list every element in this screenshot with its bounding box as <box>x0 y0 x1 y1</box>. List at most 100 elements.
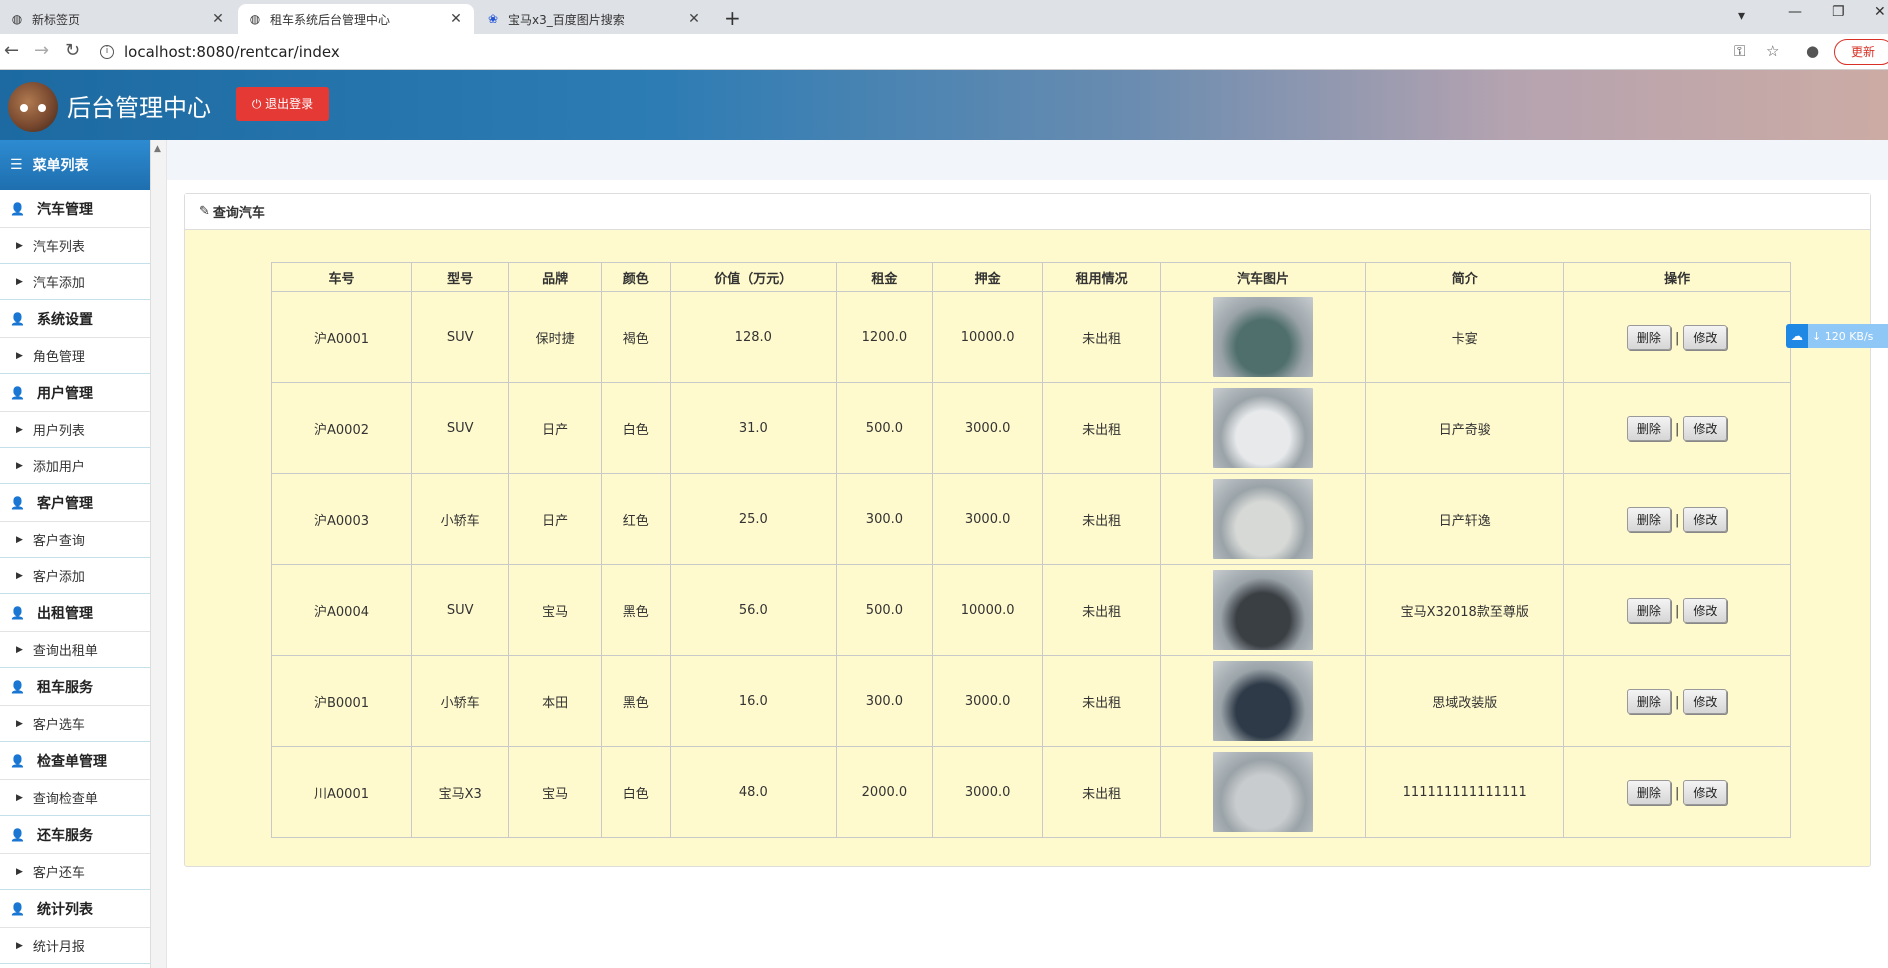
delete-button[interactable]: 删除 <box>1626 779 1671 805</box>
car-image[interactable] <box>1212 388 1313 468</box>
sidebar-group[interactable]: 👤 租车服务 <box>0 668 150 706</box>
edit-button[interactable]: 修改 <box>1683 597 1728 623</box>
delete-button[interactable]: 删除 <box>1626 597 1671 623</box>
table-row: 沪A0001 SUV 保时捷 褐色 128.0 1200.0 10000.0 未出租 卡宴 删除 |… <box>270 291 1791 383</box>
restore-icon[interactable]: ❐ <box>1832 4 1845 20</box>
column-header: 汽车图片 <box>1159 262 1367 292</box>
cloud-icon: ☁ <box>1786 324 1808 348</box>
car-image[interactable] <box>1212 297 1313 377</box>
url-text: localhost:8080/rentcar/index <box>124 43 340 61</box>
sidebar-scrollbar[interactable]: ▲ <box>151 140 167 968</box>
close-window-icon[interactable]: ✕ <box>1874 4 1886 20</box>
sidebar-item[interactable]: ▶ 客户添加 <box>0 558 150 594</box>
sidebar-group[interactable]: 👤 还车服务 <box>0 816 150 854</box>
edit-button[interactable]: 修改 <box>1683 779 1728 805</box>
sidebar-item[interactable]: ▶ 查询出租单 <box>0 632 150 668</box>
reload-icon[interactable]: ↻ <box>65 40 80 61</box>
key-icon[interactable]: ⚿ <box>1734 42 1745 60</box>
sidebar-item-label: 查询检查单 <box>32 792 98 807</box>
sidebar-item-label: 汽车列表 <box>32 240 85 255</box>
sidebar-item[interactable]: ▶ 客户选车 <box>0 706 150 742</box>
cell-value: 56.0 <box>669 564 837 656</box>
tab-title: 新标签页 <box>32 12 81 27</box>
column-header: 颜色 <box>600 262 671 292</box>
sidebar-group[interactable]: 👤 系统设置 <box>0 300 150 338</box>
menu-header: ☰ 菜单列表 <box>0 140 150 190</box>
sidebar-item[interactable]: ▶ 查询检查单 <box>0 780 150 816</box>
cell-image <box>1159 473 1367 565</box>
sidebar-group[interactable]: 👤 统计列表 <box>0 890 150 928</box>
update-button[interactable]: 更新 <box>1834 39 1888 65</box>
cell-brand: 宝马 <box>508 746 602 838</box>
car-image[interactable] <box>1212 570 1313 650</box>
sidebar-item[interactable]: ▶ 角色管理 <box>0 338 150 374</box>
forward-icon[interactable]: → <box>34 40 49 61</box>
close-icon[interactable]: ✕ <box>210 11 226 27</box>
baidu-paw-icon: ❀ <box>487 12 499 26</box>
cell-car-no: 沪B0001 <box>270 655 413 747</box>
delete-button[interactable]: 删除 <box>1626 688 1671 714</box>
sidebar-group[interactable]: 👤 客户管理 <box>0 484 150 522</box>
caret-right-icon: ▶ <box>16 644 23 655</box>
sidebar-group-label: 用户管理 <box>36 385 93 402</box>
cell-value: 128.0 <box>669 291 837 383</box>
download-speed-badge[interactable]: ☁ ↓ 120 KB/s <box>1786 324 1888 348</box>
cell-rent: 300.0 <box>835 655 933 747</box>
edit-button[interactable]: 修改 <box>1683 415 1728 441</box>
sidebar-item[interactable]: ▶ 汽车列表 <box>0 228 150 264</box>
back-icon[interactable]: ← <box>4 40 19 61</box>
user-icon: 👤 <box>10 605 25 620</box>
user-icon: 👤 <box>10 827 25 842</box>
car-image[interactable] <box>1212 479 1313 559</box>
user-icon: 👤 <box>10 753 25 768</box>
car-image[interactable] <box>1212 752 1313 832</box>
sidebar-item[interactable]: ▶ 统计月报 <box>0 928 150 964</box>
new-tab-icon[interactable]: + <box>724 6 741 30</box>
edit-icon: ✎ <box>199 204 210 219</box>
cell-status: 未出租 <box>1042 564 1161 656</box>
delete-button[interactable]: 删除 <box>1626 324 1671 350</box>
car-image[interactable] <box>1212 661 1313 741</box>
browser-tab[interactable]: ◍ 新标签页 ✕ <box>0 4 236 34</box>
tab-search-icon[interactable]: ▾ <box>1738 8 1745 24</box>
sidebar-group[interactable]: 👤 出租管理 <box>0 594 150 632</box>
profile-icon[interactable]: ● <box>1806 42 1819 60</box>
sidebar-item[interactable]: ▶ 汽车添加 <box>0 264 150 300</box>
cell-actions: 删除 | 修改 <box>1563 473 1791 565</box>
minimize-icon[interactable]: — <box>1788 4 1802 20</box>
edit-button[interactable]: 修改 <box>1683 506 1728 532</box>
info-icon[interactable]: i <box>100 45 114 59</box>
logout-label: 退出登录 <box>265 97 314 111</box>
scroll-up-icon[interactable]: ▲ <box>154 144 161 154</box>
download-arrow-icon: ↓ <box>1812 329 1822 343</box>
sidebar-group-label: 汽车管理 <box>36 201 93 218</box>
sidebar-group[interactable]: 👤 用户管理 <box>0 374 150 412</box>
sidebar-group-label: 出租管理 <box>36 605 93 622</box>
close-icon[interactable]: ✕ <box>448 11 464 27</box>
browser-tab-active[interactable]: ◍ 租车系统后台管理中心 ✕ <box>238 4 474 34</box>
sidebar-group-label: 租车服务 <box>36 679 93 696</box>
delete-button[interactable]: 删除 <box>1626 506 1671 532</box>
sidebar-item[interactable]: ▶ 用户列表 <box>0 412 150 448</box>
close-icon[interactable]: ✕ <box>686 11 702 27</box>
star-icon[interactable]: ☆ <box>1766 42 1779 60</box>
sidebar-item[interactable]: ▶ 客户还车 <box>0 854 150 890</box>
sidebar-group[interactable]: 👤 汽车管理 <box>0 190 150 228</box>
user-icon: 👤 <box>10 679 25 694</box>
cell-image <box>1159 291 1367 383</box>
sidebar-group[interactable]: 👤 检查单管理 <box>0 742 150 780</box>
car-table: 车号 型号 品牌 颜色 价值（万元） 租金 押金 租用情况 汽车图片 简介 操作 沪A0001 SUV… <box>270 262 1791 838</box>
cell-car-no: 沪A0002 <box>270 382 413 474</box>
sidebar-item[interactable]: ▶ 客户查询 <box>0 522 150 558</box>
cell-model: 小轿车 <box>411 473 510 565</box>
url-field[interactable]: i localhost:8080/rentcar/index <box>100 37 1750 67</box>
sidebar-item[interactable]: ▶ 添加用户 <box>0 448 150 484</box>
delete-button[interactable]: 删除 <box>1626 415 1671 441</box>
logout-button[interactable]: ⏻ 退出登录 <box>236 87 329 121</box>
list-icon: ☰ <box>10 157 23 173</box>
browser-tab[interactable]: ❀ 宝马x3_百度图片搜索 ✕ <box>476 4 712 34</box>
edit-button[interactable]: 修改 <box>1683 324 1728 350</box>
cell-rent: 2000.0 <box>835 746 933 838</box>
update-label: 更新 <box>1851 45 1876 59</box>
edit-button[interactable]: 修改 <box>1683 688 1728 714</box>
